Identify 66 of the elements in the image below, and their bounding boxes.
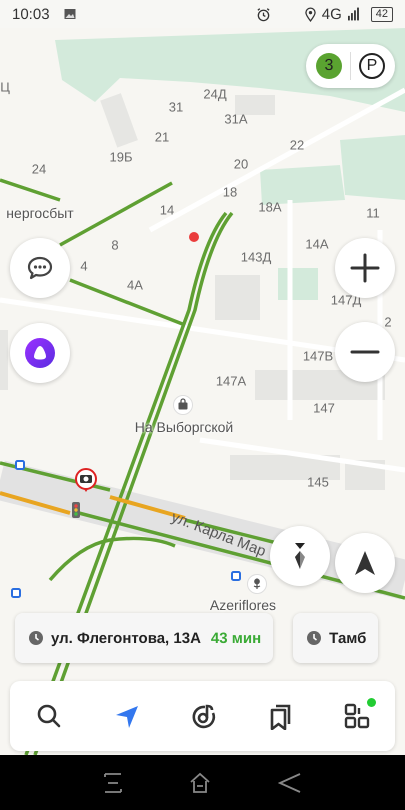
house-number: 2 [384,314,392,330]
alarm-clock-icon [256,6,271,22]
house-number: 147 [313,400,335,416]
route-destination: ул. Флегонтова, 13А [51,630,201,646]
voice-assistant-button[interactable] [10,323,70,383]
network-type: 4G [322,6,342,22]
back-icon[interactable] [278,772,302,794]
house-number: 18 [222,184,238,200]
traffic-score-button[interactable]: 3 [316,53,342,79]
battery-indicator: 42 [370,6,393,22]
parking-button[interactable]: P [359,53,385,79]
house-number: 22 [290,138,304,152]
clock-icon [307,631,322,645]
street-name: ул. Карла Мар [168,508,268,560]
house-number: 14 [160,202,174,218]
speed-camera-icon [75,468,97,492]
house-number: 18А [258,200,282,214]
house-number: 21 [154,130,170,144]
location-pin-icon [304,6,316,22]
house-number: 4 [80,258,88,274]
chat-button[interactable] [10,238,70,298]
chat-bubble-icon [27,256,53,280]
compass-icon [293,541,307,571]
house-number: 31 [168,100,184,114]
menu-icon[interactable] [103,772,124,794]
building [0,330,8,390]
flower-icon [247,574,267,594]
house-number: 24 [32,162,46,176]
bus-stop-icon [231,571,241,581]
house-number: 20 [234,156,248,172]
recent-route-chip[interactable]: Тамб [293,613,378,663]
my-location-button[interactable] [335,533,395,593]
house-number: 24Д [203,86,227,102]
house-number: 8 [111,238,119,252]
minus-icon [350,350,380,354]
house-number: 19Б [110,150,132,164]
house-number: 4А [127,278,143,292]
house-number: 145 [307,474,329,490]
clock-time: 10:03 [12,6,50,22]
route-destination: Тамб [329,630,366,646]
home-icon[interactable] [189,772,212,794]
travel-time: 43 мин [210,630,262,646]
house-number: 14А [305,236,329,252]
recent-route-chip[interactable]: ул. Флегонтова, 13А 43 мин [15,613,274,663]
house-number: 31А [224,112,248,126]
bus-stop-icon [11,588,21,598]
house-number: 147В [302,348,334,364]
location-dot [189,232,199,242]
bus-stop-icon [15,460,25,470]
traffic-light-icon [72,502,80,518]
clock-icon [29,631,43,645]
house-number: Ц [0,80,10,94]
signal-icon [348,7,359,21]
house-number: 143Д [240,250,272,264]
voice-assistant-icon [25,338,55,368]
plus-icon [350,253,380,283]
compass-button[interactable] [270,526,330,586]
search-icon [34,702,62,730]
place-name: нергосбыт [6,205,74,221]
house-number: 11 [366,206,380,220]
house-number: 147А [216,374,246,388]
image-icon [64,8,76,20]
place-name: Azeriflores [210,597,276,613]
shopping-bag-icon [173,395,193,415]
navigation-arrow-icon [354,550,376,576]
grid-icon [342,702,370,730]
